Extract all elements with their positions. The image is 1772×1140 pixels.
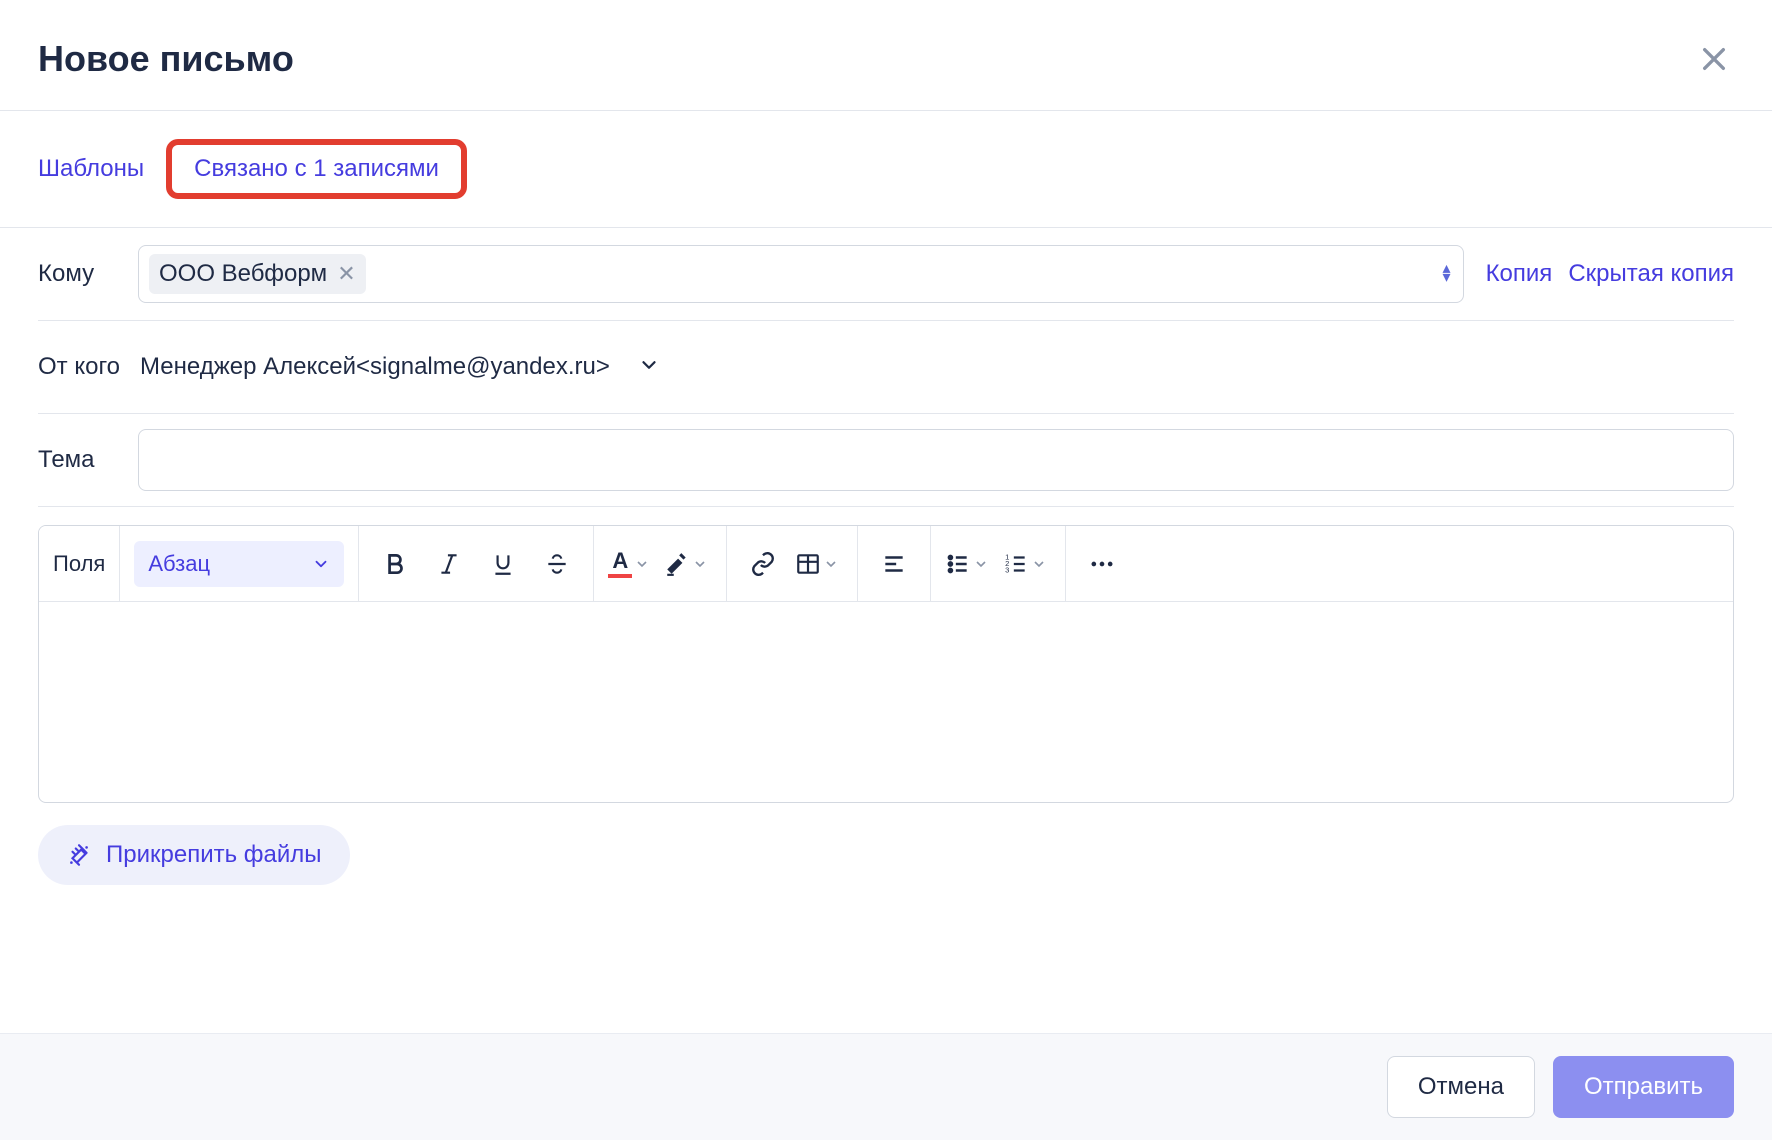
rich-text-editor: Поля Абзац: [38, 525, 1734, 803]
from-value: Менеджер Алексей<signalme@yandex.ru>: [140, 353, 610, 381]
strikethrough-button[interactable]: [535, 542, 579, 586]
text-color-icon: A: [608, 550, 632, 578]
divider: [38, 506, 1734, 507]
tab-templates[interactable]: Шаблоны: [38, 155, 144, 183]
bold-icon: [382, 551, 408, 577]
tab-related-highlight: Связано с 1 записями: [166, 139, 467, 199]
dropdown-toggle-icon[interactable]: ▴▾: [1443, 265, 1451, 283]
chevron-down-icon: [638, 354, 660, 376]
editor-toolbar: Поля Абзац: [39, 526, 1733, 602]
link-icon: [750, 551, 776, 577]
bold-button[interactable]: [373, 542, 417, 586]
bullet-list-button[interactable]: [945, 542, 993, 586]
numbered-list-icon: 123: [1003, 551, 1029, 577]
from-label: От кого: [38, 353, 120, 381]
strikethrough-icon: [544, 551, 570, 577]
dialog-footer: Отмена Отправить: [0, 1033, 1772, 1140]
attach-files-label: Прикрепить файлы: [106, 841, 322, 869]
close-icon: [1698, 43, 1730, 75]
attach-icon: [66, 842, 92, 868]
caret-down-icon: [973, 556, 989, 572]
caret-down-icon: [692, 556, 708, 572]
chip-remove-icon[interactable]: ✕: [337, 263, 355, 285]
tab-related[interactable]: Связано с 1 записями: [194, 155, 439, 182]
to-label: Кому: [38, 260, 124, 288]
underline-button[interactable]: [481, 542, 525, 586]
align-left-icon: [881, 551, 907, 577]
more-icon: [1088, 550, 1116, 578]
italic-icon: [436, 551, 462, 577]
italic-button[interactable]: [427, 542, 471, 586]
recipient-chip-label: ООО Вебформ: [159, 260, 327, 288]
svg-text:3: 3: [1005, 565, 1009, 574]
cc-link[interactable]: Копия: [1486, 260, 1553, 288]
editor-body[interactable]: [39, 602, 1733, 802]
subject-label: Тема: [38, 446, 124, 474]
subject-input[interactable]: [138, 429, 1734, 491]
to-input[interactable]: ООО Вебформ ✕ ▴▾: [138, 245, 1464, 303]
link-button[interactable]: [741, 542, 785, 586]
text-color-button[interactable]: A: [608, 542, 654, 586]
send-button[interactable]: Отправить: [1553, 1056, 1734, 1118]
from-dropdown[interactable]: [638, 354, 660, 381]
underline-icon: [490, 551, 516, 577]
chevron-down-icon: [312, 555, 330, 573]
caret-down-icon: [823, 556, 839, 572]
table-button[interactable]: [795, 542, 843, 586]
close-button[interactable]: [1694, 39, 1734, 79]
highlight-icon: [664, 551, 690, 577]
paragraph-format-select[interactable]: Абзац: [134, 541, 344, 587]
modal-title: Новое письмо: [38, 38, 294, 80]
table-icon: [795, 551, 821, 577]
highlight-color-button[interactable]: [664, 542, 712, 586]
bcc-link[interactable]: Скрытая копия: [1568, 260, 1734, 288]
bullet-list-icon: [945, 551, 971, 577]
more-button[interactable]: [1080, 542, 1124, 586]
recipient-chip[interactable]: ООО Вебформ ✕: [149, 254, 366, 294]
cancel-button[interactable]: Отмена: [1387, 1056, 1535, 1118]
align-button[interactable]: [872, 542, 916, 586]
caret-down-icon: [634, 556, 650, 572]
attach-files-button[interactable]: Прикрепить файлы: [38, 825, 350, 885]
numbered-list-button[interactable]: 123: [1003, 542, 1051, 586]
caret-down-icon: [1031, 556, 1047, 572]
toolbar-fields-button[interactable]: Поля: [53, 551, 105, 577]
paragraph-format-label: Абзац: [148, 551, 210, 577]
